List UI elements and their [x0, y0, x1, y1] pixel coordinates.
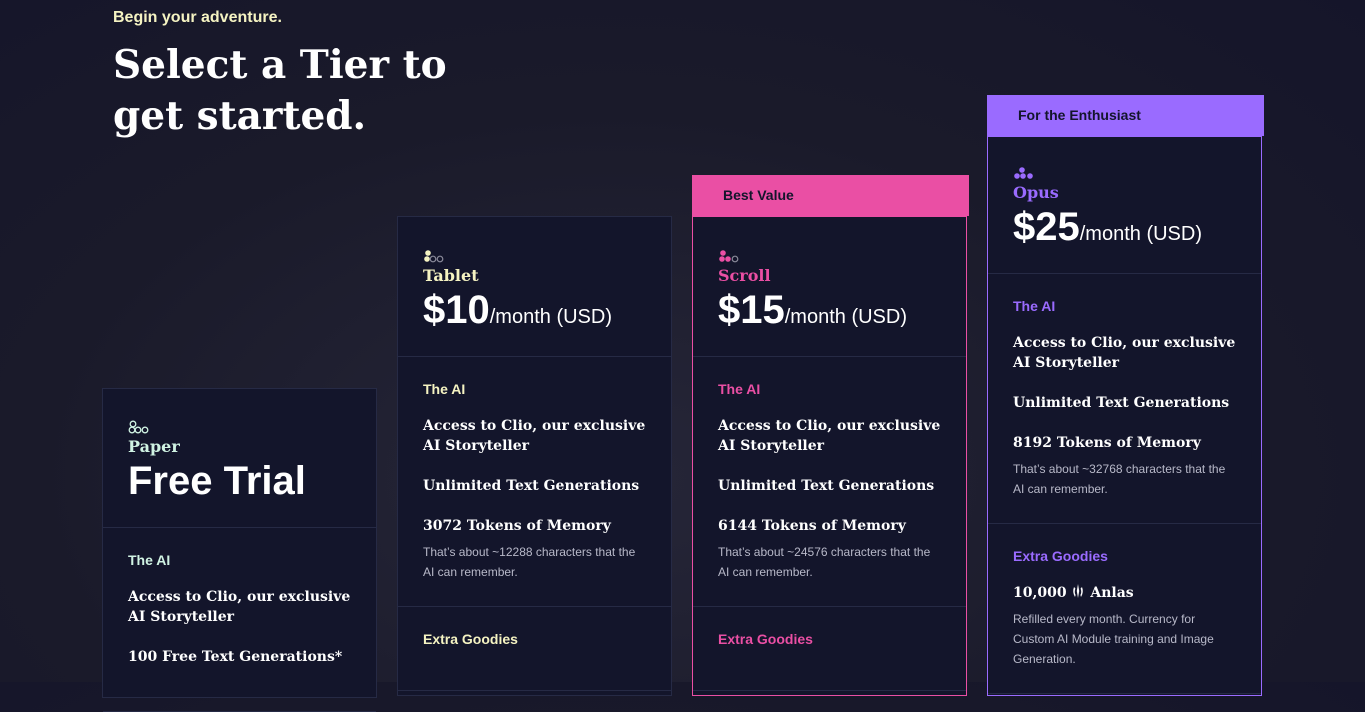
ai-section: The AI Access to Clio, our exclusive AI …: [398, 357, 671, 607]
anlas-feature: 10,000 Anlas: [1013, 583, 1236, 603]
ai-section: The AI Access to Clio, our exclusive AI …: [693, 357, 966, 607]
memory-note: That’s about ~24576 characters that the …: [718, 545, 931, 579]
feature-item: Access to Clio, our exclusive AI Storyte…: [423, 418, 646, 454]
feature-item: 8192 Tokens of Memory: [1013, 435, 1201, 451]
price-amount: $25: [1013, 205, 1080, 249]
feature-item: Access to Clio, our exclusive AI Storyte…: [718, 418, 941, 454]
tier-name: Opus: [1013, 183, 1059, 202]
tier-card-header: Paper Free Trial: [103, 389, 376, 528]
tier-opus-icon: [1014, 167, 1033, 179]
price-period: /month (USD): [784, 306, 907, 328]
anlas-note: Refilled every month. Currency for Custo…: [1013, 612, 1214, 666]
tier-card-scroll[interactable]: Scroll $15/month (USD) The AI Access to …: [692, 216, 967, 696]
tagline: Begin your adventure.: [113, 9, 282, 26]
price-amount: $10: [423, 288, 490, 332]
section-title: Extra Goodies: [423, 631, 518, 647]
tier-scroll-icon: [719, 250, 739, 263]
feature-item: Unlimited Text Generations: [423, 478, 640, 494]
feature-item: 100 Free Text Generations*: [128, 649, 343, 665]
tier-card-tablet[interactable]: Tablet $10/month (USD) The AI Access to …: [397, 216, 672, 696]
page-title-line-1: Select a Tier to: [113, 42, 447, 88]
feature-item: 3072 Tokens of Memory: [423, 518, 611, 534]
extras-section: Extra Goodies 10,000 Anlas Refilled ever…: [988, 524, 1261, 694]
section-title: Extra Goodies: [1013, 548, 1108, 564]
page-title: Select a Tier to get started.: [113, 40, 447, 142]
feature-item: Unlimited Text Generations: [718, 478, 935, 494]
tier-name: Tablet: [423, 266, 479, 285]
extras-section: Extra Goodies: [398, 607, 671, 691]
extras-section: Extra Goodies: [693, 607, 966, 691]
anlas-label: Anlas: [1090, 585, 1134, 601]
feature-item: 6144 Tokens of Memory: [718, 518, 906, 534]
tier-name: Paper: [128, 437, 180, 456]
tier-card-paper[interactable]: Paper Free Trial The AI Access to Clio, …: [102, 388, 377, 712]
memory-note: That’s about ~12288 characters that the …: [423, 545, 636, 579]
page-title-line-2: get started.: [113, 93, 367, 139]
section-title: Extra Goodies: [718, 631, 813, 647]
section-title: The AI: [1013, 298, 1056, 314]
price-period: /month (USD): [489, 306, 612, 328]
tier-paper-icon: [128, 420, 149, 434]
feature-item: Unlimited Text Generations: [1013, 395, 1230, 411]
tier-tablet-icon: [424, 250, 444, 263]
tier-price: $25/month (USD): [1013, 204, 1236, 250]
tier-card-header: Scroll $15/month (USD): [693, 217, 966, 357]
tier-name: Scroll: [718, 266, 771, 285]
enthusiast-banner: For the Enthusiast: [987, 95, 1264, 136]
section-title: The AI: [718, 381, 761, 397]
anlas-amount: 10,000: [1013, 585, 1067, 601]
ai-section: The AI Access to Clio, our exclusive AI …: [988, 274, 1261, 524]
memory-note: That’s about ~32768 characters that the …: [1013, 462, 1226, 496]
section-title: The AI: [128, 552, 171, 568]
price-amount: $15: [718, 288, 785, 332]
tier-price: Free Trial: [128, 459, 306, 503]
tier-price: $10/month (USD): [423, 287, 646, 333]
ai-section: The AI Access to Clio, our exclusive AI …: [103, 528, 376, 712]
anlas-icon: [1073, 584, 1084, 598]
section-title: The AI: [423, 381, 466, 397]
best-value-banner: Best Value: [692, 175, 969, 216]
tier-card-opus[interactable]: Opus $25/month (USD) The AI Access to Cl…: [987, 136, 1262, 696]
feature-item: Access to Clio, our exclusive AI Storyte…: [1013, 335, 1236, 371]
tier-card-header: Opus $25/month (USD): [988, 137, 1261, 274]
tier-card-header: Tablet $10/month (USD): [398, 217, 671, 357]
feature-item: Access to Clio, our exclusive AI Storyte…: [128, 589, 351, 625]
price-period: /month (USD): [1079, 223, 1202, 245]
tier-price: $15/month (USD): [718, 287, 941, 333]
